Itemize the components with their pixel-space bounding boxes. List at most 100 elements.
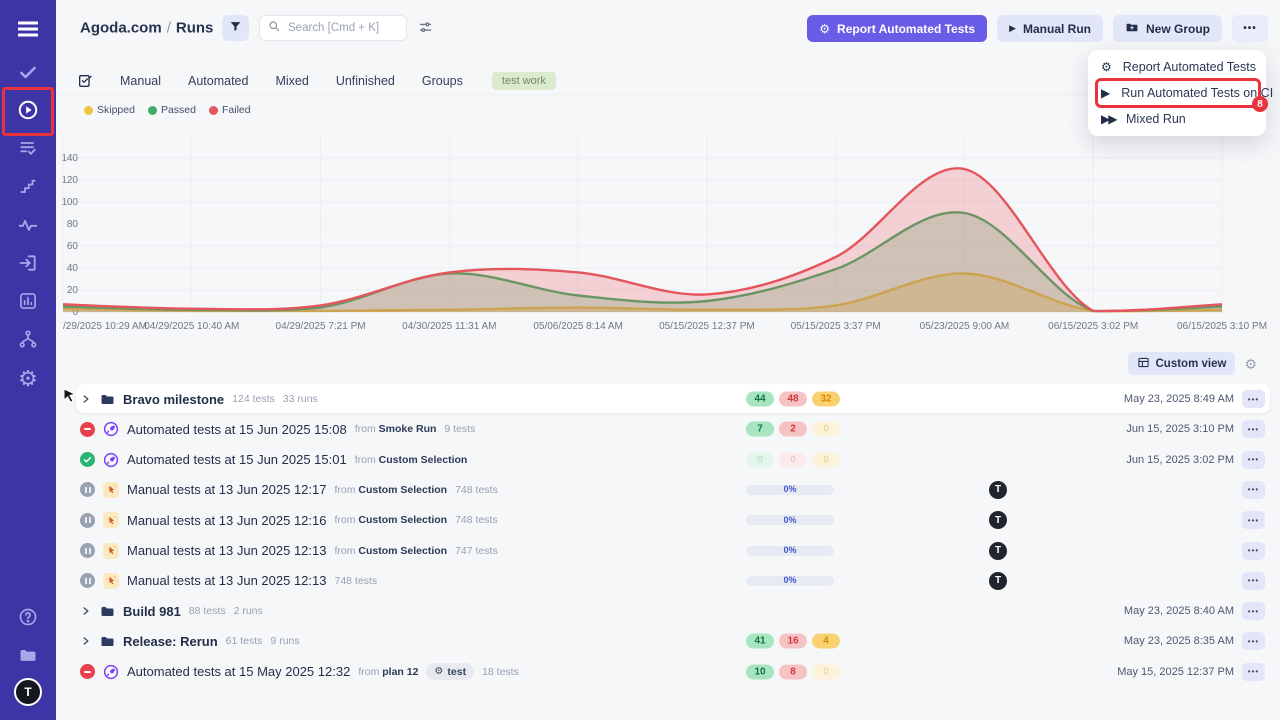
svg-text:06/15/2025 3:02 PM: 06/15/2025 3:02 PM xyxy=(1048,321,1138,332)
row-menu-button[interactable]: ••• xyxy=(1242,602,1265,620)
result-badges: 720 xyxy=(746,422,840,437)
row-menu-button[interactable]: ••• xyxy=(1242,511,1265,529)
tag-test-work[interactable]: test work xyxy=(492,72,556,90)
legend-item-failed[interactable]: Failed xyxy=(209,104,251,116)
folder-icon xyxy=(100,634,115,649)
run-title[interactable]: Manual tests at 13 Jun 2025 12:13 xyxy=(127,573,326,588)
filter-settings-icon[interactable] xyxy=(418,20,433,40)
run-title[interactable]: Automated tests at 15 May 2025 12:32 xyxy=(127,664,350,679)
sidebar-item-help[interactable] xyxy=(16,605,40,629)
assignee-avatar[interactable]: T xyxy=(989,542,1007,560)
run-title[interactable]: Automated tests at 15 Jun 2025 15:08 xyxy=(127,422,347,437)
svg-text:100: 100 xyxy=(61,197,78,208)
progress-bar: 0% xyxy=(746,576,834,586)
run-title[interactable]: Manual tests at 13 Jun 2025 12:13 xyxy=(127,543,326,558)
table-row[interactable]: Automated tests at 15 Jun 2025 15:01from… xyxy=(56,445,1280,475)
chevron-right-icon[interactable] xyxy=(80,606,92,616)
sidebar-item-projects[interactable] xyxy=(16,643,40,667)
progress-bar: 0% xyxy=(746,546,834,556)
tab-unfinished[interactable]: Unfinished xyxy=(336,74,395,88)
run-group-title[interactable]: Bravo milestone xyxy=(123,392,224,407)
play-icon: ▶ xyxy=(1101,87,1110,99)
table-row[interactable]: Manual tests at 13 Jun 2025 12:13 748 tes… xyxy=(56,566,1280,596)
run-tests-count: 748 tests xyxy=(455,484,498,496)
run-group-title[interactable]: Build 981 xyxy=(123,604,181,619)
manual-run-button[interactable]: ▶ Manual Run xyxy=(997,15,1103,42)
row-menu-button[interactable]: ••• xyxy=(1242,632,1265,650)
sidebar-item-pulse[interactable] xyxy=(16,213,40,237)
chevron-right-icon[interactable] xyxy=(80,394,92,404)
table-settings-gear-icon[interactable]: ⚙ xyxy=(1244,357,1257,371)
workspace-avatar[interactable]: T xyxy=(14,678,42,706)
annotation-badge: 8 xyxy=(1252,96,1268,112)
tab-groups[interactable]: Groups xyxy=(422,74,463,88)
run-source: from plan 12 xyxy=(358,666,418,678)
row-menu-button[interactable]: ••• xyxy=(1242,390,1265,408)
sidebar-item-branches[interactable] xyxy=(16,327,40,351)
progress-value: 0% xyxy=(783,576,796,585)
filter-button[interactable] xyxy=(222,15,249,41)
sidebar-item-milestones[interactable] xyxy=(16,174,40,198)
breadcrumb-project[interactable]: Agoda.com xyxy=(80,20,162,37)
sidebar-item-test-plans[interactable] xyxy=(16,136,40,160)
row-menu-button[interactable]: ••• xyxy=(1242,481,1265,499)
run-title[interactable]: Automated tests at 15 Jun 2025 15:01 xyxy=(127,452,347,467)
search-input[interactable] xyxy=(286,21,398,35)
sidebar-item-tests[interactable] xyxy=(16,60,40,84)
passed-count-badge: 41 xyxy=(746,634,774,649)
assignee-avatar[interactable]: T xyxy=(989,511,1007,529)
sidebar-item-runs[interactable] xyxy=(16,98,40,122)
hamburger-menu-icon[interactable] xyxy=(16,17,40,41)
svg-text:04/29/2025 10:40 AM: 04/29/2025 10:40 AM xyxy=(144,321,239,332)
select-runs-icon[interactable] xyxy=(77,73,93,89)
new-group-button[interactable]: New Group xyxy=(1113,15,1222,42)
run-title[interactable]: Manual tests at 13 Jun 2025 12:17 xyxy=(127,482,326,497)
custom-view-button[interactable]: Custom view xyxy=(1128,352,1236,375)
more-actions-button[interactable]: ••• xyxy=(1232,15,1268,42)
table-row[interactable]: Release: Rerun61 tests9 runs41164May 23,… xyxy=(56,626,1280,656)
tab-mixed[interactable]: Mixed xyxy=(275,74,308,88)
row-menu-button[interactable]: ••• xyxy=(1242,663,1265,681)
run-tag-badge[interactable]: ⚙test xyxy=(426,663,474,680)
sidebar-item-settings[interactable]: ⚙ xyxy=(16,366,40,390)
report-automated-tests-button[interactable]: ⚙ Report Automated Tests xyxy=(807,15,987,42)
legend-item-passed[interactable]: Passed xyxy=(148,104,196,116)
tab-manual[interactable]: Manual xyxy=(120,74,161,88)
run-title[interactable]: Manual tests at 13 Jun 2025 12:16 xyxy=(127,513,326,528)
chevron-right-icon[interactable] xyxy=(80,636,92,646)
status-pending-icon xyxy=(80,543,95,558)
menu-item-run-automated-tests-on-ci[interactable]: ▶ Run Automated Tests on CI xyxy=(1088,80,1266,106)
row-menu-button[interactable]: ••• xyxy=(1242,420,1265,438)
assignee-avatar[interactable]: T xyxy=(989,481,1007,499)
mouse-cursor xyxy=(63,389,77,410)
sidebar: ⚙ T xyxy=(0,0,56,720)
run-source: from Smoke Run xyxy=(355,423,437,435)
status-failed-icon xyxy=(80,664,95,679)
sidebar-item-analytics[interactable] xyxy=(16,289,40,313)
assignee-avatar[interactable]: T xyxy=(989,572,1007,590)
table-row[interactable]: Manual tests at 13 Jun 2025 12:17from Cu… xyxy=(56,475,1280,505)
group-runs-count: 2 runs xyxy=(234,605,263,617)
row-menu-button[interactable]: ••• xyxy=(1242,542,1265,560)
legend-item-skipped[interactable]: Skipped xyxy=(84,104,135,116)
skipped-count-badge: 4 xyxy=(812,634,840,649)
run-tests-count: 748 tests xyxy=(334,575,377,587)
breadcrumb: Agoda.com/Runs xyxy=(80,20,213,37)
table-row[interactable]: Build 98188 tests2 runsMay 23, 2025 8:40… xyxy=(56,596,1280,626)
context-menu: ⚙ Report Automated Tests ▶ Run Automated… xyxy=(1088,50,1266,136)
menu-item-report-automated-tests[interactable]: ⚙ Report Automated Tests xyxy=(1088,54,1266,80)
table-row[interactable]: Manual tests at 13 Jun 2025 12:16from Cu… xyxy=(56,505,1280,535)
table-row[interactable]: Bravo milestone124 tests33 runs444832May… xyxy=(56,384,1280,414)
passed-count-badge: 44 xyxy=(746,392,774,407)
tab-automated[interactable]: Automated xyxy=(188,74,248,88)
run-group-title[interactable]: Release: Rerun xyxy=(123,634,218,649)
row-menu-button[interactable]: ••• xyxy=(1242,451,1265,469)
table-row[interactable]: Manual tests at 13 Jun 2025 12:13from Cu… xyxy=(56,536,1280,566)
menu-item-mixed-run[interactable]: ▶▶ Mixed Run xyxy=(1088,106,1266,132)
table-row[interactable]: Automated tests at 15 May 2025 12:32 from… xyxy=(56,657,1280,687)
manual-run-icon xyxy=(103,512,119,528)
sidebar-item-import[interactable] xyxy=(16,251,40,275)
search-icon xyxy=(268,19,280,37)
row-menu-button[interactable]: ••• xyxy=(1242,572,1265,590)
table-row[interactable]: Automated tests at 15 Jun 2025 15:08 from… xyxy=(56,414,1280,444)
